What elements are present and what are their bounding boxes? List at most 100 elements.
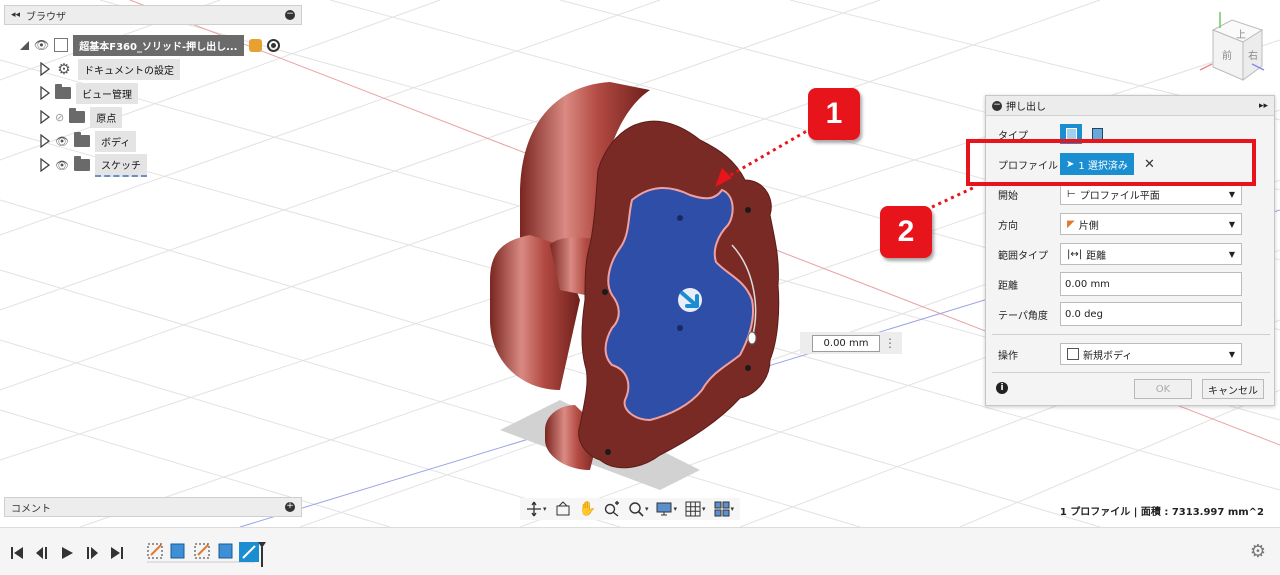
- zoom-button[interactable]: [602, 499, 622, 519]
- operation-value: 新規ボディ: [1083, 350, 1133, 362]
- ok-button[interactable]: OK: [1134, 379, 1192, 399]
- grid-settings-button[interactable]: ▾: [683, 499, 708, 519]
- operation-row: 操作 新規ボディ ▼: [986, 340, 1276, 368]
- browser-panel: ◂◂ ブラウザ − 👁 超基本F360_ソリッド-押し出し... ⚙ ドキュメン…: [4, 5, 302, 177]
- timeline-extrude-feature[interactable]: [170, 543, 185, 559]
- dialog-divider: [992, 334, 1270, 335]
- expand-arrow-icon[interactable]: [40, 158, 50, 172]
- dropdown-arrow-icon: ▼: [1228, 349, 1235, 359]
- browser-item-label: ドキュメントの設定: [78, 58, 180, 80]
- distance-label: 距離: [998, 280, 1018, 292]
- extent-type-select[interactable]: |↔| 距離 ▼: [1060, 243, 1242, 265]
- folder-icon: [55, 84, 71, 99]
- viewports-button[interactable]: ▾: [712, 499, 737, 519]
- dialog-minimize-icon[interactable]: −: [992, 100, 1002, 111]
- navigation-toolbar: ▾ ✋ ▾ ▾ ▾ ▾: [520, 498, 741, 520]
- visibility-eye-icon[interactable]: 👁: [55, 159, 69, 172]
- info-icon[interactable]: i: [996, 382, 1008, 394]
- distance-row: 距離 0.00 mm: [986, 270, 1276, 298]
- comments-panel[interactable]: コメント +: [4, 497, 302, 517]
- taper-row: テーパ角度 0.0 deg: [986, 300, 1276, 328]
- fit-button[interactable]: ▾: [626, 499, 651, 519]
- start-select[interactable]: ⊢ プロファイル平面 ▼: [1060, 183, 1242, 205]
- timeline-sketch-feature[interactable]: [194, 543, 210, 559]
- timeline-marker[interactable]: [258, 542, 266, 567]
- visibility-eye-icon[interactable]: 👁: [55, 135, 69, 148]
- operation-select[interactable]: 新規ボディ ▼: [1060, 343, 1242, 365]
- browser-item-label: ボディ: [94, 130, 137, 152]
- operation-label: 操作: [998, 350, 1018, 362]
- hand-icon: ✋: [578, 501, 596, 517]
- taper-label: テーパ角度: [998, 310, 1048, 322]
- expand-arrow-icon[interactable]: [40, 134, 50, 148]
- browser-item-bodies[interactable]: 👁 ボディ: [40, 130, 137, 152]
- more-options-icon[interactable]: ⋮: [884, 336, 896, 350]
- start-value: プロファイル平面: [1079, 190, 1160, 202]
- folder-icon: [73, 156, 90, 171]
- browser-item-origin[interactable]: ⊘ 原点: [40, 106, 123, 128]
- direction-arrow-icon[interactable]: [678, 288, 702, 312]
- extrude-dialog-header[interactable]: − 押し出し ▸▸: [986, 96, 1274, 116]
- step-back-icon[interactable]: [35, 546, 49, 560]
- folder-icon: [73, 132, 90, 147]
- timeline-extrude-feature[interactable]: [218, 543, 233, 559]
- distance-input[interactable]: 0.00 mm: [1060, 272, 1242, 296]
- expand-root-icon[interactable]: [20, 40, 29, 50]
- direction-select[interactable]: ◤ 片側 ▼: [1060, 213, 1242, 235]
- step-forward-icon[interactable]: [85, 546, 99, 560]
- taper-angle-input[interactable]: 0.0 deg: [1060, 302, 1242, 326]
- go-to-end-icon[interactable]: [110, 546, 124, 560]
- play-icon[interactable]: [60, 546, 74, 560]
- one-side-icon: ◤: [1067, 218, 1075, 230]
- browser-header[interactable]: ◂◂ ブラウザ −: [4, 5, 302, 25]
- view-cube-right: 右: [1248, 49, 1258, 62]
- lightbulb-icon[interactable]: [248, 38, 262, 52]
- direction-row: 方向 ◤ 片側 ▼: [986, 210, 1276, 238]
- extent-type-value: 距離: [1086, 250, 1107, 262]
- folder-icon: [69, 108, 86, 123]
- root-component-label: 超基本F360_ソリッド-押し出し...: [73, 34, 244, 56]
- browser-item-view-management[interactable]: ビュー管理: [40, 82, 138, 104]
- look-at-icon: [556, 501, 570, 516]
- expand-arrow-icon[interactable]: [40, 62, 50, 76]
- display-settings-button[interactable]: ▾: [654, 499, 679, 519]
- distance-input-field[interactable]: 0.00 mm: [812, 334, 880, 352]
- look-at-button[interactable]: [553, 499, 573, 519]
- browser-title: ブラウザ: [26, 11, 67, 23]
- hidden-eye-icon[interactable]: ⊘: [55, 111, 64, 124]
- expand-arrow-icon[interactable]: [40, 86, 50, 100]
- zoom-plus-icon: [604, 501, 619, 517]
- component-icon: [54, 38, 69, 52]
- browser-item-sketches[interactable]: 👁 スケッチ: [40, 153, 147, 177]
- distance-icon: |↔|: [1067, 248, 1083, 260]
- timeline-features: [147, 542, 266, 567]
- direction-label: 方向: [998, 220, 1018, 232]
- add-comment-icon[interactable]: +: [285, 502, 295, 512]
- view-cube-front: 前: [1222, 49, 1232, 62]
- monitor-icon: [656, 502, 672, 516]
- expand-arrow-icon[interactable]: [40, 110, 50, 124]
- browser-root-row[interactable]: 👁 超基本F360_ソリッド-押し出し...: [20, 34, 280, 56]
- expand-dialog-icon[interactable]: ▸▸: [1259, 101, 1268, 111]
- browser-minimize-icon[interactable]: −: [285, 10, 295, 20]
- grid-icon: [685, 501, 701, 517]
- start-label: 開始: [998, 190, 1018, 202]
- dialog-divider: [992, 372, 1270, 373]
- distance-manipulator: 0.00 mm ⋮: [800, 332, 902, 354]
- collapse-panel-icon[interactable]: ◂◂: [11, 10, 20, 20]
- timeline-bar: ⚙: [0, 527, 1280, 575]
- go-to-start-icon[interactable]: [10, 546, 24, 560]
- profile-highlight-box: [966, 139, 1256, 186]
- timeline-settings-gear-icon[interactable]: ⚙: [1250, 541, 1266, 562]
- timeline-sketch-feature[interactable]: [147, 543, 163, 559]
- timeline-active-sketch-feature[interactable]: [239, 542, 259, 562]
- callout-badge-1: 1: [808, 88, 860, 140]
- orbit-button[interactable]: ▾: [524, 499, 549, 519]
- activate-radio-icon[interactable]: [266, 38, 280, 52]
- cancel-button[interactable]: キャンセル: [1202, 379, 1264, 399]
- dropdown-arrow-icon: ▼: [1228, 219, 1235, 229]
- dropdown-arrow-icon: ▼: [1228, 249, 1235, 259]
- pan-button[interactable]: ✋: [577, 499, 598, 519]
- visibility-eye-icon[interactable]: 👁: [34, 38, 49, 52]
- browser-item-document-settings[interactable]: ⚙ ドキュメントの設定: [40, 58, 180, 80]
